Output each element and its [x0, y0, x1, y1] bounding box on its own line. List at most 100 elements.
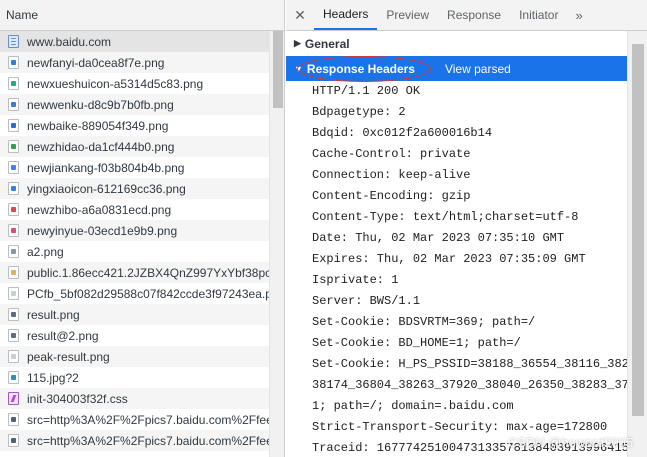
image-icon	[8, 203, 19, 216]
response-header-line: Cache-Control: private	[312, 147, 471, 161]
response-header-line: HTTP/1.1 200 OK	[312, 84, 421, 98]
view-parsed-link[interactable]: View parsed	[445, 62, 511, 76]
request-name: newwenku-d8c9b7b0fb.png	[27, 97, 174, 112]
image-icon	[8, 287, 19, 300]
document-icon	[8, 35, 19, 48]
response-header-line: Bdqid: 0xc012f2a600016b14	[312, 126, 493, 140]
request-row[interactable]: result.png	[0, 304, 269, 325]
headers-detail: ▶ General ▼ Response Headers View parsed…	[286, 31, 627, 457]
tab-headers[interactable]: Headers	[314, 0, 378, 30]
detail-scroll-thumb[interactable]	[632, 44, 644, 416]
image-icon	[8, 119, 19, 132]
request-name: newyinyue-03ecd1e9b9.png	[27, 223, 178, 238]
request-name: newjiankang-f03b804b4b.png	[27, 160, 185, 175]
response-headers-title-wrap: Response Headers	[296, 55, 431, 82]
response-header-line: Set-Cookie: H_PS_PSSID=38188_36554_38116…	[312, 357, 627, 371]
request-row[interactable]: newzhidao-da1cf444b0.png	[0, 136, 269, 157]
general-section-title: General	[304, 36, 350, 51]
request-row[interactable]: src=http%3A%2F%2Fpics7.baidu.com%2Ffeed	[0, 430, 269, 451]
detail-tab-bar: ✕ Headers Preview Response Initiator »	[286, 0, 647, 31]
detail-scrollbar[interactable]	[627, 31, 647, 457]
request-row[interactable]: 115.jpg?2	[0, 367, 269, 388]
response-header-line: Bdpagetype: 2	[312, 105, 406, 119]
general-section-header[interactable]: ▶ General	[286, 31, 627, 56]
request-name: newxueshuicon-a5314d5c83.png	[27, 76, 204, 91]
expand-triangle-icon: ▶	[294, 38, 301, 48]
image-icon	[8, 413, 19, 426]
request-row[interactable]: newzhibo-a6a0831ecd.png	[0, 199, 269, 220]
image-icon	[8, 98, 19, 111]
more-tabs-icon[interactable]: »	[567, 0, 590, 30]
image-icon	[8, 434, 19, 447]
response-header-line: Server: BWS/1.1	[312, 294, 421, 308]
request-row[interactable]: result@2.png	[0, 325, 269, 346]
request-name: public.1.86ecc421.2JZBX4QnZ997YxYbf38pcw	[27, 265, 269, 280]
image-icon	[8, 245, 19, 258]
request-row[interactable]: peak-result.png	[0, 346, 269, 367]
request-name: result@2.png	[27, 328, 99, 343]
request-list-scroll-thumb[interactable]	[273, 31, 283, 108]
response-header-line: Expires: Thu, 02 Mar 2023 07:35:09 GMT	[312, 252, 586, 266]
request-list-pane: Name www.baidu.com newfanyi-da0cea8f7e.pn…	[0, 0, 285, 457]
request-name: newzhibo-a6a0831ecd.png	[27, 202, 172, 217]
response-header-line: Isprivate: 1	[312, 273, 399, 287]
response-header-line: 38174_36804_38263_37920_38040_26350_3828…	[312, 378, 627, 392]
request-row[interactable]: newbaike-889054f349.png	[0, 115, 269, 136]
watermark-text: CSDN @howard2005	[507, 435, 633, 450]
image-icon	[8, 329, 19, 342]
response-header-line: Set-Cookie: BD_HOME=1; path=/	[312, 336, 521, 350]
request-name: www.baidu.com	[27, 34, 112, 49]
image-icon	[8, 182, 19, 195]
request-row[interactable]: newfanyi-da0cea8f7e.png	[0, 52, 269, 73]
request-row[interactable]: PCfb_5bf082d29588c07f842ccde3f97243ea.pn	[0, 283, 269, 304]
tab-preview[interactable]: Preview	[377, 0, 438, 30]
response-headers-section-header[interactable]: ▼ Response Headers View parsed	[286, 55, 627, 82]
request-row[interactable]: yingxiaoicon-612169cc36.png	[0, 178, 269, 199]
close-icon[interactable]: ✕	[286, 0, 314, 30]
request-name: result.png	[27, 307, 80, 322]
response-header-line: Connection: keep-alive	[312, 168, 471, 182]
response-header-line: Set-Cookie: BDSVRTM=369; path=/	[312, 315, 536, 329]
response-header-list: HTTP/1.1 200 OK Bdpagetype: 2 Bdqid: 0xc01…	[286, 81, 627, 457]
request-name: newfanyi-da0cea8f7e.png	[27, 55, 165, 70]
image-icon	[8, 140, 19, 153]
request-name: 115.jpg?2	[27, 370, 79, 385]
name-column-header[interactable]: Name	[0, 0, 284, 31]
request-name: a2.png	[27, 244, 64, 259]
response-header-line: 1; path=/; domain=.baidu.com	[312, 399, 514, 413]
image-icon	[8, 161, 19, 174]
image-icon	[8, 308, 19, 321]
request-row[interactable]: www.baidu.com	[0, 31, 269, 52]
image-icon	[8, 371, 19, 384]
tab-response[interactable]: Response	[438, 0, 510, 30]
red-annotation-oval	[296, 55, 431, 82]
request-name: newbaike-889054f349.png	[27, 118, 169, 133]
request-name: peak-result.png	[27, 349, 110, 364]
request-list: www.baidu.com newfanyi-da0cea8f7e.png newx…	[0, 31, 269, 451]
css-icon	[8, 392, 19, 405]
request-name: newzhidao-da1cf444b0.png	[27, 139, 175, 154]
tab-initiator[interactable]: Initiator	[510, 0, 567, 30]
request-name: PCfb_5bf082d29588c07f842ccde3f97243ea.pn	[27, 286, 269, 301]
request-name: init-304003f32f.css	[27, 391, 128, 406]
image-icon	[8, 77, 19, 90]
request-row[interactable]: newyinyue-03ecd1e9b9.png	[0, 220, 269, 241]
request-row[interactable]: newjiankang-f03b804b4b.png	[0, 157, 269, 178]
request-list-scrollbar[interactable]	[269, 31, 284, 457]
request-name: src=http%3A%2F%2Fpics7.baidu.com%2Ffeed	[27, 433, 269, 448]
request-name: yingxiaoicon-612169cc36.png	[27, 181, 186, 196]
image-icon	[8, 56, 19, 69]
request-row[interactable]: newxueshuicon-a5314d5c83.png	[0, 73, 269, 94]
request-row[interactable]: newwenku-d8c9b7b0fb.png	[0, 94, 269, 115]
image-icon	[8, 350, 19, 363]
request-name: src=http%3A%2F%2Fpics7.baidu.com%2Ffeed	[27, 412, 269, 427]
image-icon	[8, 266, 19, 279]
request-row[interactable]: a2.png	[0, 241, 269, 262]
request-row[interactable]: init-304003f32f.css	[0, 388, 269, 409]
response-header-line: Content-Type: text/html;charset=utf-8	[312, 210, 579, 224]
request-row[interactable]: public.1.86ecc421.2JZBX4QnZ997YxYbf38pcw	[0, 262, 269, 283]
response-header-line: Content-Encoding: gzip	[312, 189, 471, 203]
request-row[interactable]: src=http%3A%2F%2Fpics7.baidu.com%2Ffeed	[0, 409, 269, 430]
response-header-line: Date: Thu, 02 Mar 2023 07:35:10 GMT	[312, 231, 565, 245]
image-icon	[8, 224, 19, 237]
